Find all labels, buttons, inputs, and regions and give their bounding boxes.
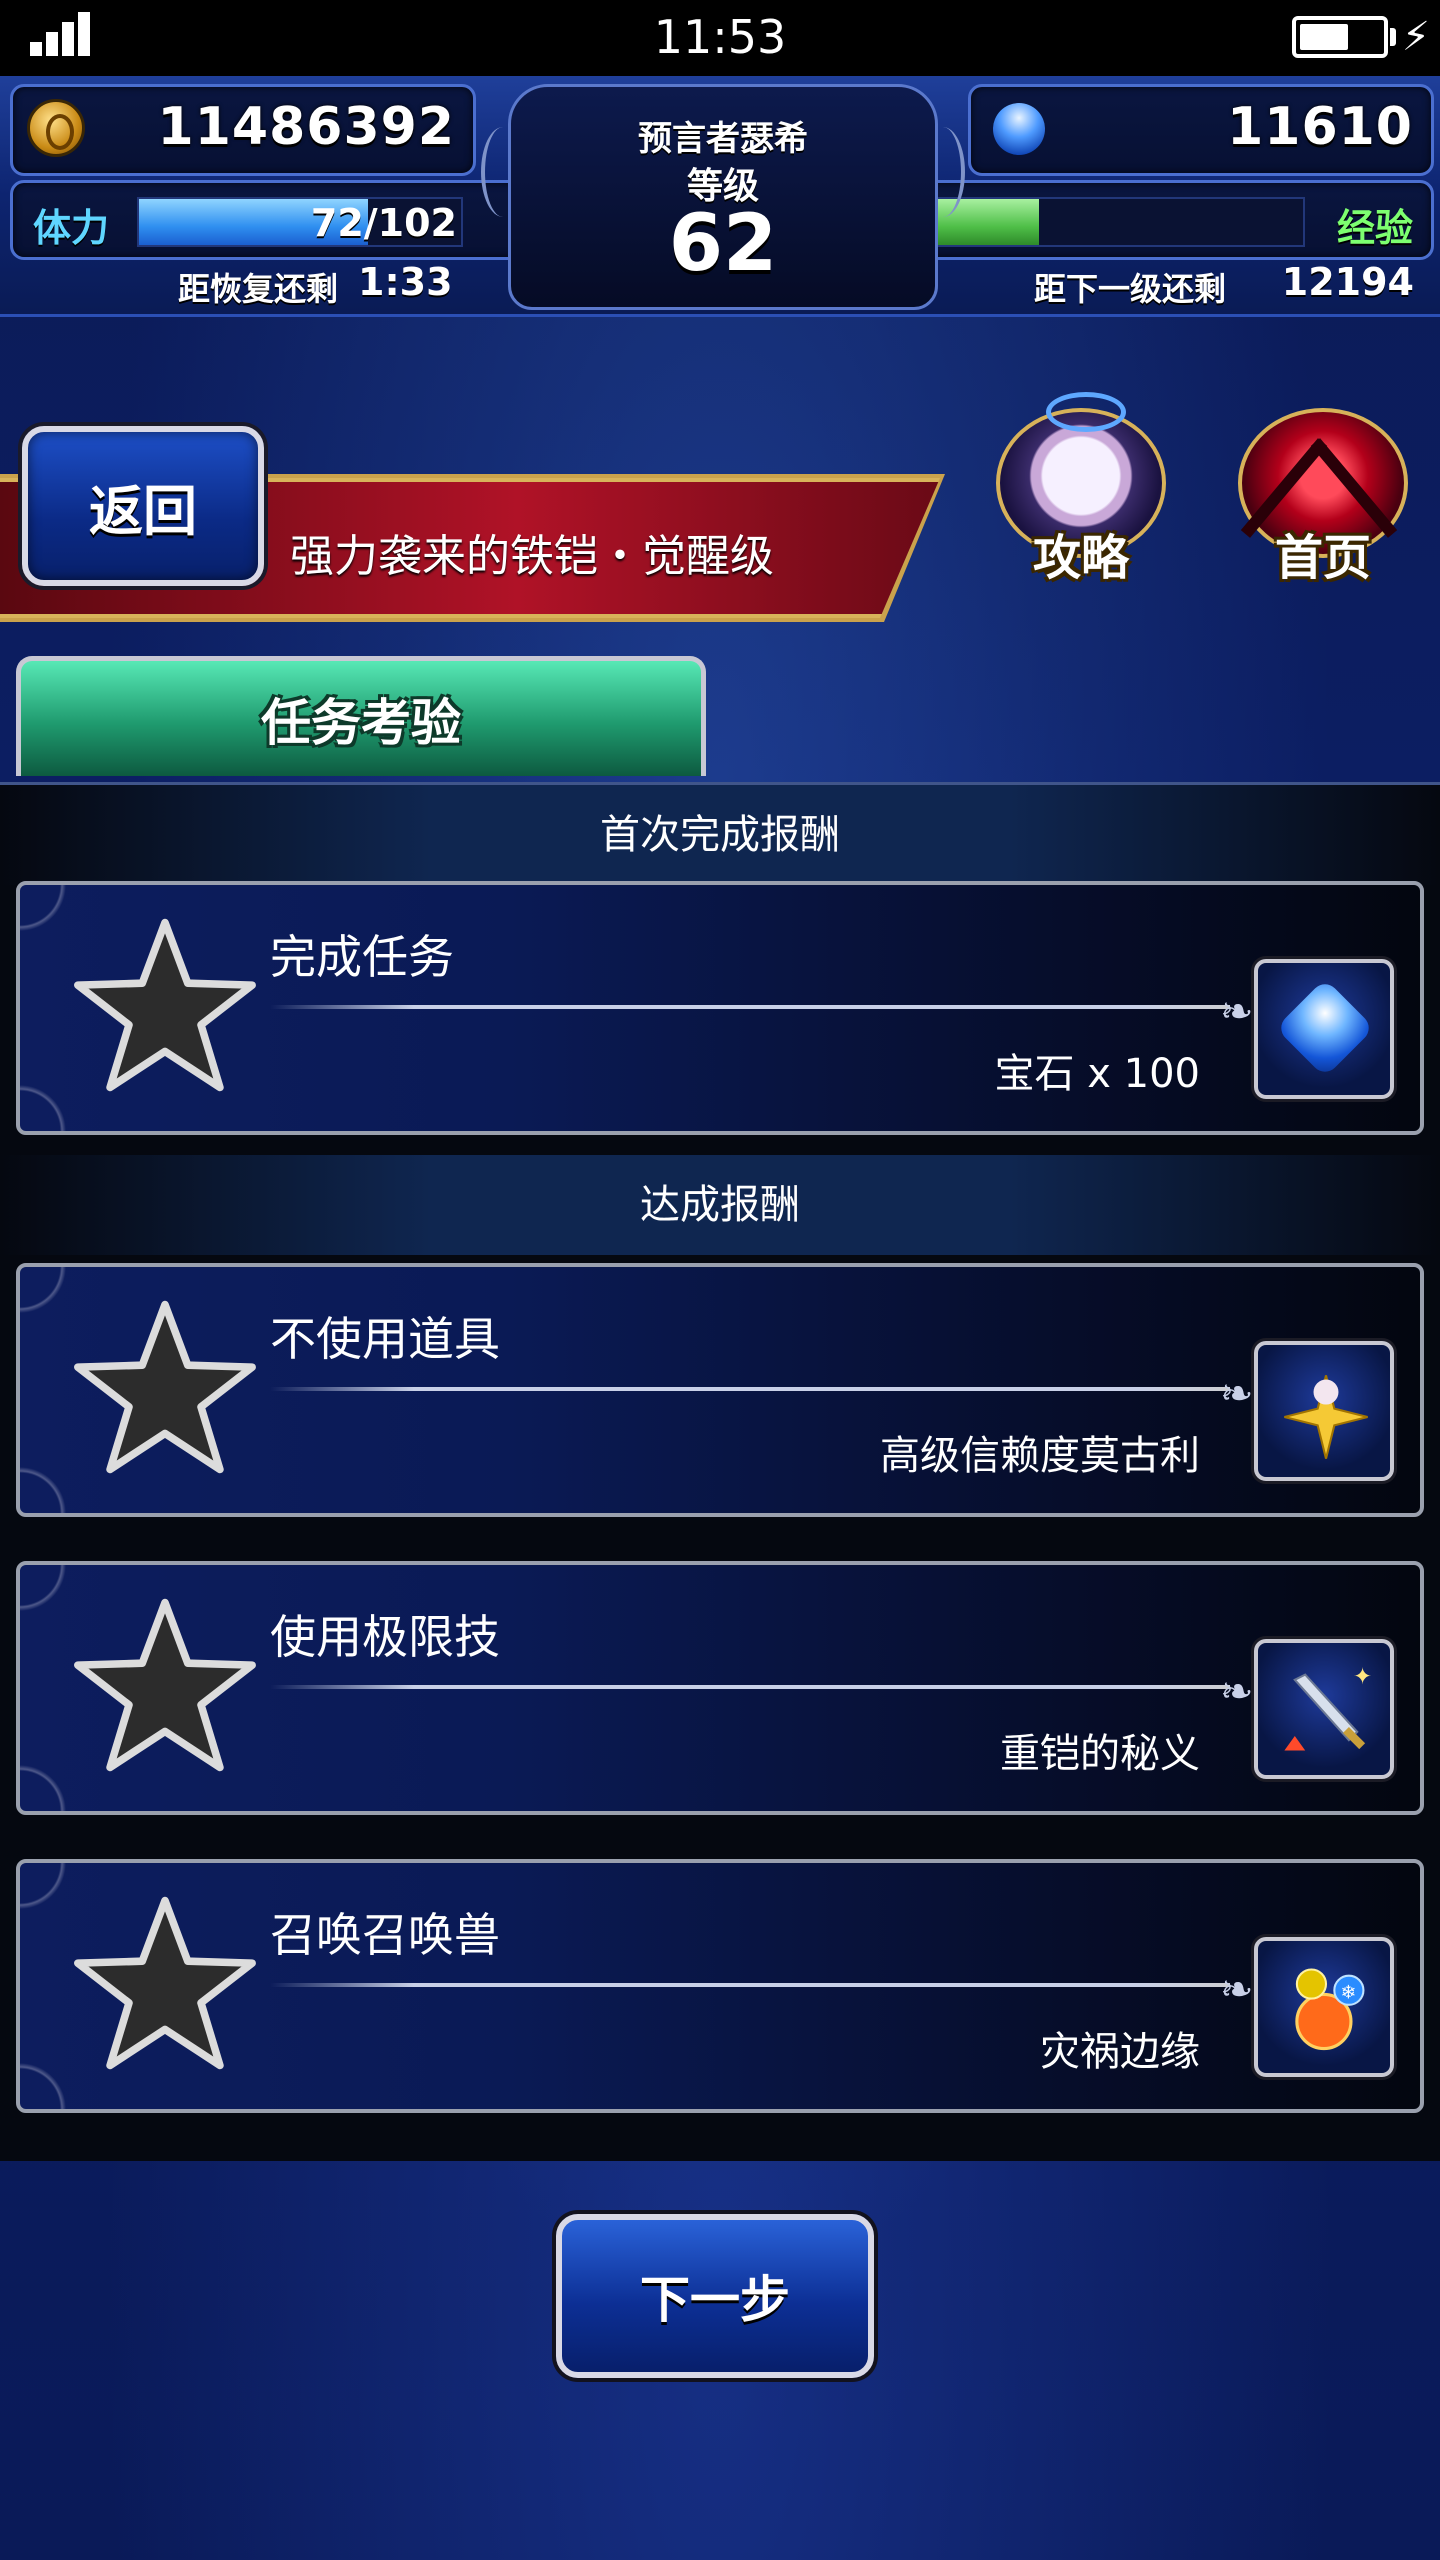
reward-name: 高级信赖度莫古利: [880, 1433, 1200, 1479]
stage-title: 强力袭来的铁铠・觉醒级: [290, 531, 774, 582]
level-plate: 预言者瑟希 等级 62: [481, 84, 965, 310]
guide-button[interactable]: 攻略: [976, 392, 1186, 588]
task-name: 不使用道具: [270, 1312, 500, 1366]
reward-name: 宝石 x 100: [994, 1051, 1200, 1097]
task-card-achievement-1: 不使用道具 ❧ 高级信赖度莫古利: [16, 1263, 1424, 1517]
next-level-exp: 12194: [1281, 260, 1414, 304]
svg-text:✦: ✦: [1353, 1664, 1372, 1690]
star-icon: [74, 1598, 256, 1772]
back-button[interactable]: 返回: [22, 426, 264, 586]
stamina-bar: 72/102: [137, 197, 463, 247]
next-level-label: 距下一级还剩: [1034, 270, 1227, 308]
achievement-section-title: 达成报酬: [0, 1155, 1440, 1255]
task-name: 完成任务: [270, 930, 454, 984]
star-icon: [74, 918, 256, 1092]
home-button[interactable]: 首页: [1218, 398, 1428, 588]
reward-element-orb-icon[interactable]: ❄: [1254, 1937, 1394, 2077]
stamina-value: 72/102: [310, 201, 457, 245]
player-name: 预言者瑟希: [638, 119, 808, 159]
task-card-achievement-3: 召唤召唤兽 ❧ 灾祸边缘 ❄: [16, 1859, 1424, 2113]
charging-icon: ⚡: [1401, 14, 1430, 60]
stamina-label: 体力: [33, 206, 110, 250]
gil-panel: 11486392: [10, 84, 476, 176]
gem-amount: 11610: [1227, 97, 1413, 157]
exp-label: 经验: [1336, 206, 1413, 250]
clock: 11:53: [653, 10, 787, 64]
gem-icon: [982, 92, 1056, 166]
gil-coin-icon: [27, 99, 85, 157]
reward-gem-icon[interactable]: [1254, 959, 1394, 1099]
reward-name: 重铠的秘义: [1000, 1731, 1200, 1777]
star-icon: [74, 1896, 256, 2070]
guide-label: 攻略: [1032, 530, 1129, 586]
task-name: 召唤召唤兽: [270, 1908, 500, 1962]
gem-panel: 11610: [968, 84, 1434, 176]
tab-mission-challenge[interactable]: 任务考验: [16, 656, 706, 776]
task-card-first-clear: 完成任务 ❧ 宝石 x 100: [16, 881, 1424, 1135]
next-button[interactable]: 下一步: [556, 2214, 874, 2378]
recover-label: 距恢复还剩: [178, 270, 339, 308]
star-icon: [74, 1300, 256, 1474]
reward-sword-icon[interactable]: ✦: [1254, 1639, 1394, 1779]
svg-text:❄: ❄: [1341, 1983, 1357, 2004]
status-bar: 11:53 ⚡: [0, 0, 1440, 76]
reward-name: 灾祸边缘: [1040, 2029, 1200, 2075]
reward-moogle-star-icon[interactable]: [1254, 1341, 1394, 1481]
player-level: 62: [668, 199, 778, 289]
task-card-achievement-2: 使用极限技 ❧ 重铠的秘义 ✦: [16, 1561, 1424, 1815]
first-clear-section-title: 首次完成报酬: [0, 785, 1440, 885]
mission-panel: 首次完成报酬 完成任务 ❧ 宝石 x 100 达成报酬 不使用道具 ❧ 高级信赖…: [0, 782, 1440, 2161]
battery-icon: [1292, 16, 1388, 58]
task-name: 使用极限技: [270, 1610, 500, 1664]
recover-time: 1:33: [358, 260, 453, 304]
home-label: 首页: [1274, 530, 1371, 586]
gil-amount: 11486392: [157, 97, 455, 157]
